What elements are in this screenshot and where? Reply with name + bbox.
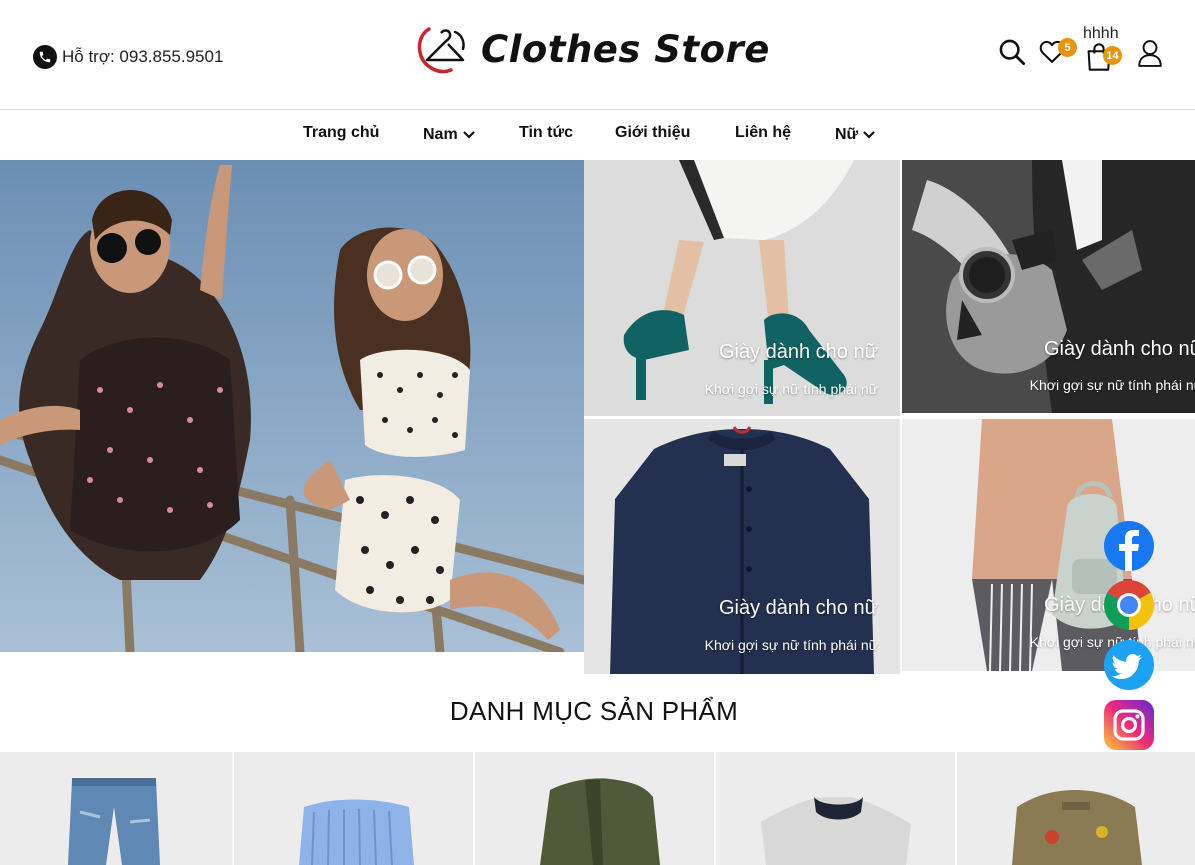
instagram-icon[interactable] xyxy=(1104,700,1154,750)
category-card-jeans[interactable] xyxy=(0,752,232,865)
nav-item-about[interactable]: Giới thiệu xyxy=(615,124,690,142)
nav-item-women[interactable]: Nữ xyxy=(835,126,876,144)
banner-tile-men-watch[interactable]: Giày dành cho nữ Khơi gợi sự nữ tính phá… xyxy=(902,160,1195,413)
cart-count-badge: 14 xyxy=(1103,46,1122,65)
phone-icon xyxy=(33,45,57,69)
nav-item-contact[interactable]: Liên hệ xyxy=(735,124,791,142)
nav-item-men[interactable]: Nam xyxy=(423,126,476,144)
logo-text: Clothes Store xyxy=(481,27,770,71)
tile-title: Giày dành cho nữ xyxy=(1043,338,1195,360)
chevron-down-icon xyxy=(462,131,475,139)
banner-tile-jacket[interactable]: Giày dành cho nữ Khơi gợi sự nữ tính phá… xyxy=(584,419,900,674)
tile-title: Giày dành cho nữ xyxy=(718,341,878,363)
main-nav: Trang chủ Nam Tin tức Giới thiệu Liên hệ… xyxy=(0,111,1195,159)
support-text: Hỗ trợ: 093.855.9501 xyxy=(62,47,224,66)
banner-tile-women-shoes[interactable]: Giày dành cho nữ Khơi gợi sự nữ tính phá… xyxy=(584,160,900,416)
category-card-jacket[interactable] xyxy=(957,752,1195,865)
category-card-polo[interactable] xyxy=(716,752,955,865)
category-card-blouse[interactable] xyxy=(234,752,473,865)
nav-item-home[interactable]: Trang chủ xyxy=(303,124,379,142)
chevron-down-icon xyxy=(863,131,875,139)
facebook-icon[interactable] xyxy=(1104,521,1154,571)
hero-banner-image[interactable] xyxy=(0,160,584,652)
wishlist-count-badge: 5 xyxy=(1058,38,1077,57)
tile-subtitle: Khơi gợi sự nữ tính phái nữ xyxy=(1029,377,1195,393)
user-icon[interactable] xyxy=(1136,38,1164,68)
store-logo[interactable]: Clothes Store xyxy=(415,20,770,78)
nav-item-news[interactable]: Tin tức xyxy=(519,124,573,142)
hanger-logo-icon xyxy=(417,27,465,74)
section-title: DANH MỤC SẢN PHẨM xyxy=(449,696,739,726)
cart-button[interactable]: 14 xyxy=(1084,41,1122,73)
wishlist-button[interactable]: 5 xyxy=(1037,37,1077,67)
twitter-icon[interactable] xyxy=(1104,640,1154,690)
search-icon[interactable] xyxy=(997,37,1027,67)
tile-subtitle: Khơi gợi sự nữ tính phái nữ xyxy=(704,381,878,397)
category-list xyxy=(0,752,1195,865)
chrome-icon[interactable] xyxy=(1104,580,1154,630)
category-card-coat[interactable] xyxy=(475,752,714,865)
site-header: Hỗ trợ: 093.855.9501 Clothes Store hhhh … xyxy=(0,0,1195,110)
support-hotline: Hỗ trợ: 093.855.9501 xyxy=(33,45,223,69)
tile-title: Giày dành cho nữ xyxy=(718,597,878,619)
tile-subtitle: Khơi gợi sự nữ tính phái nữ xyxy=(704,637,878,653)
